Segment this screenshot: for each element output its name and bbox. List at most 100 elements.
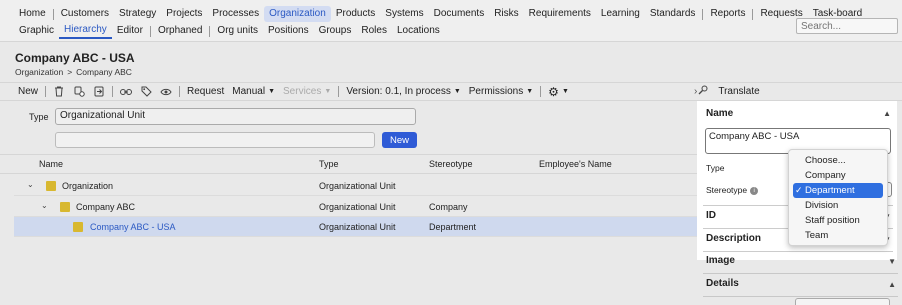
option-staff-position[interactable]: Staff position: [789, 213, 887, 228]
tab-editor[interactable]: Editor: [112, 23, 148, 39]
chevron-up-icon[interactable]: ▲: [883, 109, 891, 118]
nav-customers[interactable]: Customers: [56, 6, 114, 22]
tab-locations[interactable]: Locations: [392, 23, 445, 39]
nav-documents[interactable]: Documents: [429, 6, 490, 22]
translate-button[interactable]: Translate: [718, 86, 759, 97]
nav-projects[interactable]: Projects: [161, 6, 207, 22]
nav-home[interactable]: Home: [14, 6, 51, 22]
page-title: Company ABC - USA: [15, 51, 135, 65]
version-dropdown[interactable]: Version: 0.1, In process ▼: [342, 86, 464, 97]
toolbar: New Request Manual ▼ Services ▼ Version:…: [0, 82, 700, 101]
new-button[interactable]: New: [14, 86, 42, 97]
tab-graphic[interactable]: Graphic: [14, 23, 59, 39]
tab-orphaned[interactable]: Orphaned: [153, 23, 207, 39]
tab-org-units[interactable]: Org units: [212, 23, 263, 39]
folder-icon: [46, 181, 56, 191]
toolbar-separator: [112, 86, 114, 97]
manual-dropdown[interactable]: Manual ▼: [228, 86, 279, 97]
nav-separator: [52, 8, 54, 20]
nav-requirements[interactable]: Requirements: [524, 6, 596, 22]
row-type: Organizational Unit: [319, 222, 396, 232]
chevron-down-icon[interactable]: ▼: [888, 257, 896, 266]
row-stereotype: Company: [429, 202, 468, 212]
column-name[interactable]: Name: [39, 159, 63, 169]
nav-products[interactable]: Products: [331, 6, 380, 22]
table-row[interactable]: ⌄ Company ABC Organizational Unit Compan…: [14, 197, 700, 217]
tab-roles[interactable]: Roles: [356, 23, 392, 39]
request-button[interactable]: Request: [183, 86, 228, 97]
nav-reports[interactable]: Reports: [705, 6, 750, 22]
move-icon[interactable]: [92, 86, 106, 98]
image-section-title[interactable]: Image: [706, 255, 735, 266]
type-label: Type: [706, 163, 725, 173]
chevron-down-icon: ▼: [324, 88, 332, 95]
type-filter-select[interactable]: Organizational Unit: [55, 108, 416, 125]
nav-processes[interactable]: Processes: [207, 6, 264, 22]
tab-groups[interactable]: Groups: [314, 23, 357, 39]
chevron-up-icon[interactable]: ▲: [888, 280, 896, 289]
toolbar-separator: [45, 86, 47, 97]
column-stereotype[interactable]: Stereotype: [429, 159, 473, 169]
option-department-selected[interactable]: ✓ Department: [793, 183, 883, 198]
row-name[interactable]: Company ABC - USA: [90, 222, 176, 232]
option-team[interactable]: Team: [789, 228, 887, 243]
tab-hierarchy[interactable]: Hierarchy: [59, 23, 112, 39]
manual-label: Manual: [232, 86, 266, 97]
name-section-title[interactable]: Name: [706, 108, 733, 119]
details-field[interactable]: [795, 298, 890, 305]
divider: [703, 296, 898, 297]
services-dropdown[interactable]: Services ▼: [279, 86, 335, 97]
nav-standards[interactable]: Standards: [645, 6, 701, 22]
new-unit-button[interactable]: New: [382, 132, 417, 148]
filter-input[interactable]: [55, 132, 375, 148]
nav-learning[interactable]: Learning: [596, 6, 645, 22]
nav-risks[interactable]: Risks: [489, 6, 523, 22]
row-stereotype: Department: [429, 222, 477, 232]
link-icon[interactable]: [119, 86, 133, 98]
checkmark-icon: ✓: [795, 185, 803, 195]
option-division[interactable]: Division: [789, 198, 887, 213]
nav-organization[interactable]: Organization: [264, 6, 331, 22]
nav-systems[interactable]: Systems: [380, 6, 428, 22]
row-type: Organizational Unit: [319, 202, 396, 212]
settings-dropdown[interactable]: ⚙ ▼: [544, 85, 573, 99]
description-section-title[interactable]: Description: [706, 233, 761, 244]
search-input[interactable]: [796, 18, 898, 34]
copy-icon[interactable]: [72, 86, 86, 98]
column-employee-name[interactable]: Employee's Name: [539, 159, 612, 169]
toolbar-separator: [338, 86, 340, 97]
column-type[interactable]: Type: [319, 159, 339, 169]
eye-icon[interactable]: [159, 86, 173, 98]
trash-icon[interactable]: [52, 86, 66, 98]
tab-positions[interactable]: Positions: [263, 23, 314, 39]
nav-strategy[interactable]: Strategy: [114, 6, 161, 22]
info-icon[interactable]: i: [750, 187, 759, 195]
option-company[interactable]: Company: [789, 168, 887, 183]
stereotype-label: Stereotype i: [706, 185, 759, 195]
divider: [703, 251, 893, 252]
breadcrumb: Organization > Company ABC: [15, 67, 132, 77]
tag-icon[interactable]: [139, 86, 153, 98]
table-row-selected[interactable]: Company ABC - USA Organizational Unit De…: [14, 217, 700, 237]
collapse-icon[interactable]: ›: [694, 86, 697, 97]
row-name: Company ABC: [76, 202, 136, 212]
permissions-dropdown[interactable]: Permissions ▼: [465, 86, 537, 97]
chevron-down-icon[interactable]: ⌄: [41, 201, 48, 210]
table-row[interactable]: ⌄ Organization Organizational Unit: [14, 176, 700, 196]
toolbar-separator: [179, 86, 181, 97]
stereotype-dropdown-menu: Choose... Company ✓ Department Division …: [788, 149, 888, 246]
chevron-down-icon: ▼: [453, 88, 461, 95]
breadcrumb-organization[interactable]: Organization: [15, 67, 63, 77]
translate-icon[interactable]: [698, 85, 710, 98]
breadcrumb-company-abc[interactable]: Company ABC: [76, 67, 132, 77]
services-label: Services: [283, 86, 322, 97]
table-header: Name Type Stereotype Employee's Name: [0, 154, 700, 174]
details-section-title[interactable]: Details: [706, 278, 739, 289]
id-section-title[interactable]: ID: [706, 210, 716, 221]
chevron-down-icon: ▼: [526, 88, 534, 95]
chevron-down-icon[interactable]: ⌄: [27, 180, 34, 189]
option-label: Department: [805, 185, 855, 196]
nav-separator: [702, 8, 704, 20]
option-choose[interactable]: Choose...: [789, 153, 887, 168]
nav-separator: [149, 25, 151, 37]
